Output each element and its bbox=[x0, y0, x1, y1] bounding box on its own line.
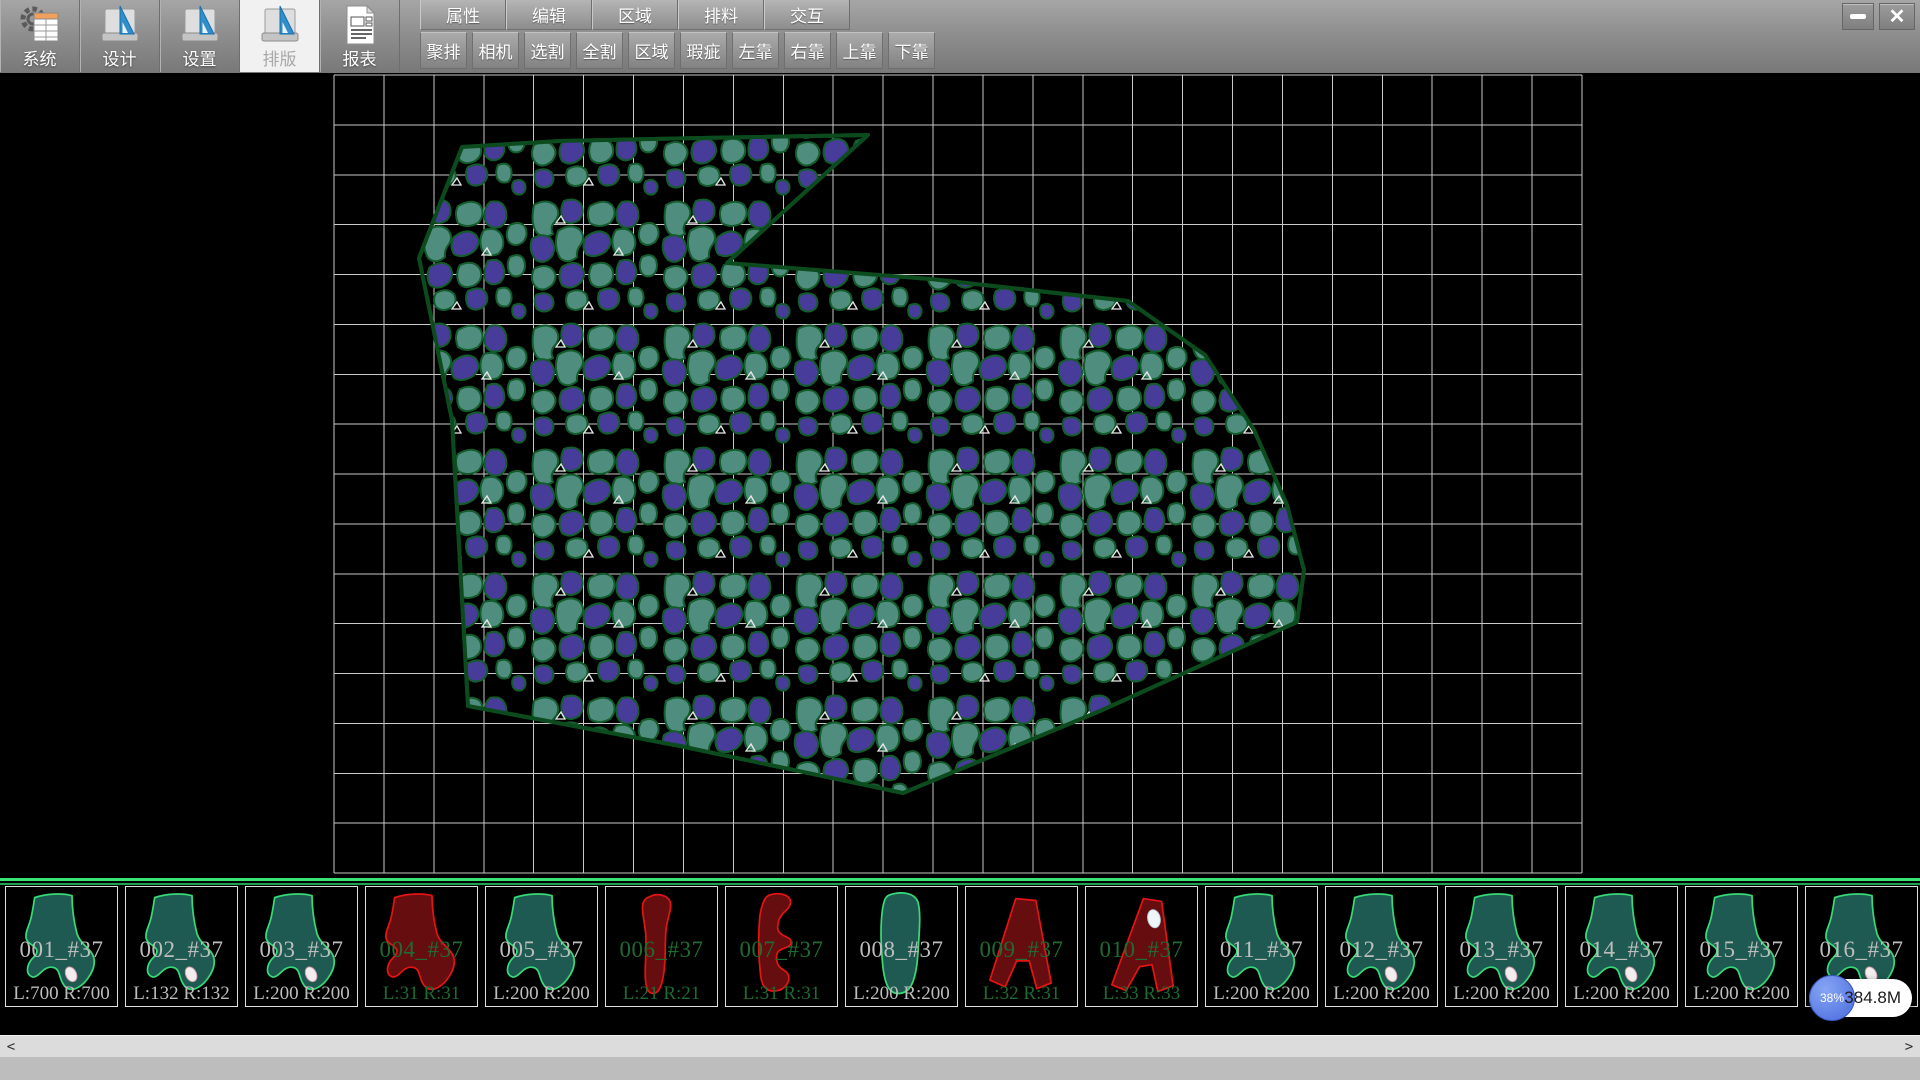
piece-lr-count-label: L:200 R:200 bbox=[486, 983, 597, 1005]
nav-button-report[interactable]: 报表 bbox=[320, 0, 400, 72]
piece-name-label: 009_#37 bbox=[966, 937, 1077, 963]
nav-button-system-label: 系统 bbox=[23, 50, 57, 70]
piece-thumbnail-strip: 001_#37 L:700 R:700 002_#37 L:132 R:132 003_… bbox=[0, 886, 1920, 1008]
nav-button-settings[interactable]: 设置 bbox=[160, 0, 240, 72]
nav-button-design[interactable]: 设计 bbox=[80, 0, 160, 72]
piece-thumbnail-010_#37[interactable]: 010_#37 L:33 R:33 bbox=[1085, 886, 1198, 1007]
ruler-icon bbox=[177, 3, 223, 47]
piece-lr-count-label: L:31 R:31 bbox=[726, 983, 837, 1005]
memory-usage-label: 384.8M bbox=[1844, 979, 1901, 1017]
horizontal-scrollbar[interactable]: < > bbox=[0, 1035, 1920, 1057]
thumbnail-strip-separator-inner bbox=[0, 883, 1920, 885]
piece-name-label: 004_#37 bbox=[366, 937, 477, 963]
piece-lr-count-label: L:21 R:21 bbox=[606, 983, 717, 1005]
piece-name-label: 012_#37 bbox=[1326, 937, 1437, 963]
menu-tab-bar: 属性编辑区域排料交互 bbox=[420, 0, 850, 30]
piece-lr-count-label: L:200 R:200 bbox=[1686, 983, 1797, 1005]
piece-thumbnail-007_#37[interactable]: 007_#37 L:31 R:31 bbox=[725, 886, 838, 1007]
piece-lr-count-label: L:200 R:200 bbox=[1326, 983, 1437, 1005]
piece-thumbnail-004_#37[interactable]: 004_#37 L:31 R:31 bbox=[365, 886, 478, 1007]
close-icon: ✕ bbox=[1889, 4, 1906, 29]
piece-lr-count-label: L:31 R:31 bbox=[366, 983, 477, 1005]
piece-name-label: 013_#37 bbox=[1446, 937, 1557, 963]
tool-defect[interactable]: 瑕疵 bbox=[680, 32, 727, 69]
ruler-icon bbox=[97, 3, 143, 47]
tool-select-cut[interactable]: 选割 bbox=[524, 32, 571, 69]
nav-button-system[interactable]: 系统 bbox=[0, 0, 80, 72]
nav-button-design-label: 设计 bbox=[103, 50, 137, 70]
piece-name-label: 016_#37 bbox=[1806, 937, 1917, 963]
hide-nesting-view[interactable] bbox=[0, 73, 1920, 878]
ruler-icon bbox=[257, 3, 303, 47]
piece-lr-count-label: L:200 R:200 bbox=[246, 983, 357, 1005]
piece-name-label: 002_#37 bbox=[126, 937, 237, 963]
window-controls: ✕ bbox=[1842, 3, 1915, 30]
gear-table-icon bbox=[17, 3, 63, 47]
tool-align-top[interactable]: 上靠 bbox=[836, 32, 883, 69]
tab-interact[interactable]: 交互 bbox=[764, 0, 850, 30]
tool-align-right[interactable]: 右靠 bbox=[784, 32, 831, 69]
piece-name-label: 014_#37 bbox=[1566, 937, 1677, 963]
piece-name-label: 005_#37 bbox=[486, 937, 597, 963]
nesting-canvas[interactable] bbox=[0, 73, 1920, 878]
window-bottom-edge bbox=[0, 1057, 1920, 1080]
tool-align-bottom[interactable]: 下靠 bbox=[888, 32, 935, 69]
piece-lr-count-label: L:132 R:132 bbox=[126, 983, 237, 1005]
piece-thumbnail-001_#37[interactable]: 001_#37 L:700 R:700 bbox=[5, 886, 118, 1007]
piece-thumbnail-011_#37[interactable]: 011_#37 L:200 R:200 bbox=[1205, 886, 1318, 1007]
piece-name-label: 007_#37 bbox=[726, 937, 837, 963]
nav-button-layout[interactable]: 排版 bbox=[240, 0, 320, 72]
tool-region[interactable]: 区域 bbox=[628, 32, 675, 69]
piece-lr-count-label: L:33 R:33 bbox=[1086, 983, 1197, 1005]
piece-lr-count-label: L:700 R:700 bbox=[6, 983, 117, 1005]
status-pill: 38% 384.8M bbox=[1809, 979, 1912, 1017]
piece-thumbnail-013_#37[interactable]: 013_#37 L:200 R:200 bbox=[1445, 886, 1558, 1007]
close-button[interactable]: ✕ bbox=[1879, 3, 1915, 30]
application-window: 系统设计设置排版报表 属性编辑区域排料交互 聚排相机选割全割区域瑕疵左靠右靠上靠… bbox=[0, 0, 1920, 1080]
minimize-button[interactable] bbox=[1842, 3, 1874, 30]
nested-pieces-fill[interactable] bbox=[419, 135, 1304, 793]
tool-cluster-nest[interactable]: 聚排 bbox=[420, 32, 467, 69]
scroll-left-arrow[interactable]: < bbox=[0, 1036, 22, 1057]
minimize-icon bbox=[1850, 14, 1866, 19]
tool-cut-all[interactable]: 全割 bbox=[576, 32, 623, 69]
tool-button-bar: 聚排相机选割全割区域瑕疵左靠右靠上靠下靠 bbox=[420, 32, 935, 70]
piece-name-label: 015_#37 bbox=[1686, 937, 1797, 963]
tool-camera[interactable]: 相机 bbox=[472, 32, 519, 69]
piece-lr-count-label: L:200 R:200 bbox=[1446, 983, 1557, 1005]
tab-region[interactable]: 区域 bbox=[592, 0, 678, 30]
piece-thumbnail-003_#37[interactable]: 003_#37 L:200 R:200 bbox=[245, 886, 358, 1007]
piece-name-label: 011_#37 bbox=[1206, 937, 1317, 963]
ribbon-toolbar: 系统设计设置排版报表 属性编辑区域排料交互 聚排相机选割全割区域瑕疵左靠右靠上靠… bbox=[0, 0, 1920, 74]
tab-properties[interactable]: 属性 bbox=[420, 0, 506, 30]
tab-nesting[interactable]: 排料 bbox=[678, 0, 764, 30]
piece-lr-count-label: L:32 R:31 bbox=[966, 983, 1077, 1005]
tab-edit[interactable]: 编辑 bbox=[506, 0, 592, 30]
piece-thumbnail-015_#37[interactable]: 015_#37 L:200 R:200 bbox=[1685, 886, 1798, 1007]
piece-lr-count-label: L:200 R:200 bbox=[846, 983, 957, 1005]
piece-lr-count-label: L:200 R:200 bbox=[1566, 983, 1677, 1005]
piece-thumbnail-012_#37[interactable]: 012_#37 L:200 R:200 bbox=[1325, 886, 1438, 1007]
piece-name-label: 001_#37 bbox=[6, 937, 117, 963]
piece-thumbnail-008_#37[interactable]: 008_#37 L:200 R:200 bbox=[845, 886, 958, 1007]
piece-thumbnail-002_#37[interactable]: 002_#37 L:132 R:132 bbox=[125, 886, 238, 1007]
scroll-right-arrow[interactable]: > bbox=[1898, 1036, 1920, 1057]
piece-name-label: 006_#37 bbox=[606, 937, 717, 963]
piece-thumbnail-009_#37[interactable]: 009_#37 L:32 R:31 bbox=[965, 886, 1078, 1007]
nav-button-layout-label: 排版 bbox=[263, 50, 297, 70]
piece-name-label: 010_#37 bbox=[1086, 937, 1197, 963]
piece-thumbnail-014_#37[interactable]: 014_#37 L:200 R:200 bbox=[1565, 886, 1678, 1007]
piece-name-label: 003_#37 bbox=[246, 937, 357, 963]
tool-align-left[interactable]: 左靠 bbox=[732, 32, 779, 69]
piece-lr-count-label: L:200 R:200 bbox=[1206, 983, 1317, 1005]
nav-button-report-label: 报表 bbox=[343, 50, 377, 70]
piece-thumbnail-006_#37[interactable]: 006_#37 L:21 R:21 bbox=[605, 886, 718, 1007]
main-button-bar: 系统 设计 设置 排版 报表 bbox=[0, 0, 400, 72]
nav-button-settings-label: 设置 bbox=[183, 50, 217, 70]
thumbnail-strip-separator bbox=[0, 878, 1920, 881]
piece-thumbnail-005_#37[interactable]: 005_#37 L:200 R:200 bbox=[485, 886, 598, 1007]
piece-name-label: 008_#37 bbox=[846, 937, 957, 963]
report-icon bbox=[337, 3, 383, 47]
